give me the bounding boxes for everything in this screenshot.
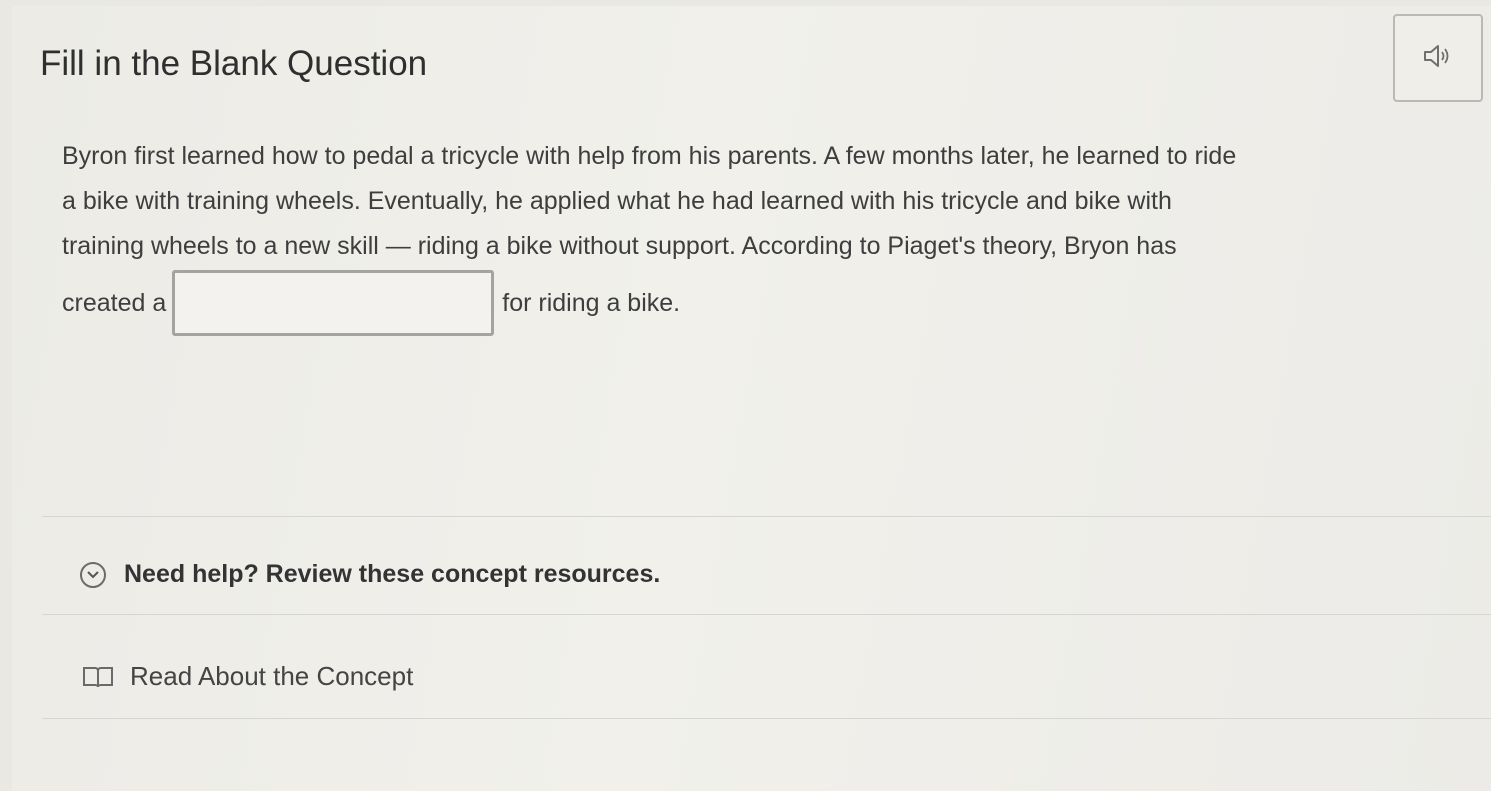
chevron-down-circle-icon bbox=[80, 561, 106, 588]
divider bbox=[42, 516, 1491, 517]
question-panel: Fill in the Blank Question Byron first l… bbox=[12, 6, 1491, 791]
divider bbox=[42, 614, 1491, 615]
question-line: Byron first learned how to pedal a tricy… bbox=[62, 142, 1237, 170]
question-line: training wheels to a new skill — riding … bbox=[62, 232, 1177, 260]
speaker-icon bbox=[1421, 43, 1455, 74]
read-about-concept-link[interactable]: Read About the Concept bbox=[82, 661, 413, 692]
divider bbox=[42, 718, 1491, 719]
question-line: a bike with training wheels. Eventually,… bbox=[62, 187, 1172, 215]
blank-sentence: created a for riding a bike. bbox=[62, 270, 680, 336]
text-before-blank: created a bbox=[62, 288, 167, 317]
page-title: Fill in the Blank Question bbox=[40, 44, 428, 83]
read-about-concept-label: Read About the Concept bbox=[130, 661, 414, 691]
text-after-blank: for riding a bike. bbox=[502, 288, 681, 317]
book-icon bbox=[82, 665, 114, 689]
answer-blank-input[interactable] bbox=[172, 270, 495, 336]
concept-resources-toggle[interactable]: Need help? Review these concept resource… bbox=[80, 560, 660, 589]
question-text: Byron first learned how to pedal a tricy… bbox=[62, 134, 1462, 269]
help-label: Need help? Review these concept resource… bbox=[124, 560, 661, 588]
read-aloud-button[interactable] bbox=[1393, 14, 1483, 102]
